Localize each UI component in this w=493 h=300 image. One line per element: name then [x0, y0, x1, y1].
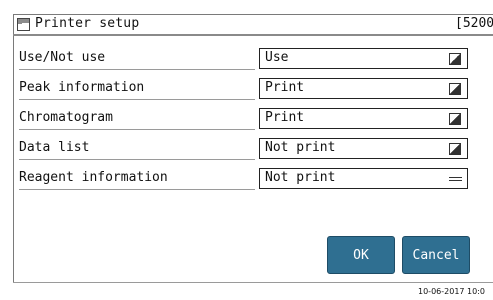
- window-title: Printer setup: [35, 16, 140, 31]
- footer-divider: [13, 282, 493, 283]
- peak-information-value: Print: [265, 80, 305, 95]
- row-divider: [19, 99, 255, 100]
- dropdown-icon[interactable]: [449, 113, 461, 125]
- chromatogram-value: Print: [265, 110, 305, 125]
- use-not-use-select[interactable]: Use: [259, 48, 468, 69]
- row-divider: [19, 129, 255, 130]
- use-not-use-value: Use: [265, 50, 289, 65]
- label-use-not-use: Use/Not use: [19, 50, 106, 65]
- label-reagent-information: Reagent information: [19, 170, 168, 185]
- dropdown-icon[interactable]: [449, 143, 461, 155]
- ok-button[interactable]: OK: [327, 236, 395, 274]
- cancel-button[interactable]: Cancel: [402, 236, 470, 274]
- data-list-select[interactable]: Not print: [259, 138, 468, 159]
- reagent-information-select[interactable]: Not print: [259, 168, 468, 189]
- window-icon: [17, 18, 30, 31]
- reagent-information-value: Not print: [265, 170, 336, 185]
- label-chromatogram: Chromatogram: [19, 110, 113, 125]
- window-frame-left: [13, 14, 14, 282]
- screen-id: [5200: [455, 16, 493, 31]
- dropdown-icon[interactable]: [449, 53, 461, 65]
- list-icon[interactable]: [449, 177, 462, 182]
- row-divider: [19, 159, 255, 160]
- row-divider: [19, 189, 255, 190]
- peak-information-select[interactable]: Print: [259, 78, 468, 99]
- title-bar: Printer setup [5200: [13, 14, 493, 36]
- row-divider: [19, 69, 255, 70]
- data-list-value: Not print: [265, 140, 336, 155]
- chromatogram-select[interactable]: Print: [259, 108, 468, 129]
- label-data-list: Data list: [19, 140, 90, 155]
- timestamp: 10-06-2017 10:0: [418, 287, 485, 296]
- label-peak-information: Peak information: [19, 80, 145, 95]
- dropdown-icon[interactable]: [449, 83, 461, 95]
